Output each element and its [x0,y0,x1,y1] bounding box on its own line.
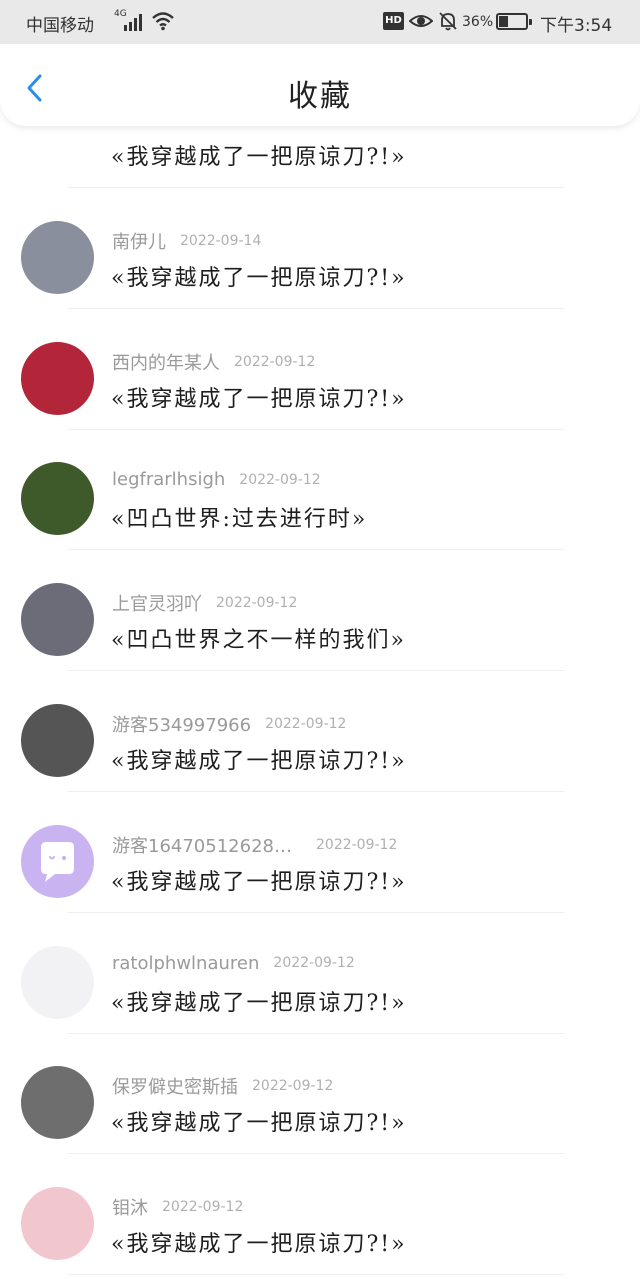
avatar[interactable] [21,703,94,777]
list-item[interactable]: ratolphwlnauren 2022-09-12 «我穿越成了一把原谅刀?!» [0,913,640,1034]
work-title[interactable]: «我穿越成了一把原谅刀?!» [111,260,407,292]
item-meta: legfrarlhsigh 2022-09-12 [112,469,321,490]
avatar[interactable] [21,462,94,536]
username[interactable]: 钼沐 [112,1194,148,1220]
list-item[interactable]: legfrarlhsigh 2022-09-12 «凹凸世界:过去进行时» [0,429,640,551]
item-meta: 游客534997966 2022-09-12 [112,711,346,737]
list-item[interactable]: 上官灵羽吖 2022-09-12 «凹凸世界之不一样的我们» [0,550,640,672]
list-item[interactable]: 游客164705126283… 2022-09-12 «我穿越成了一把原谅刀?!» [0,792,640,913]
avatar[interactable] [21,129,91,149]
battery-percent: 36% [462,14,494,30]
avatar[interactable] [21,583,94,657]
item-meta: 南伊儿 2022-09-14 [112,228,261,254]
item-meta: 西内的年某人 2022-09-12 [112,349,315,375]
favorites-list: «我穿越成了一把原谅刀?!» 南伊儿 2022-09-14 «我穿越成了一把原谅刀… [0,67,640,1276]
list-item[interactable]: 南伊儿 2022-09-14 «我穿越成了一把原谅刀?!» [0,188,640,309]
item-meta: ratolphwlnauren 2022-09-12 [112,953,355,974]
status-bar: 中国移动 4G HD 36% 下午3:54 [0,0,640,44]
work-title[interactable]: «我穿越成了一把原谅刀?!» [111,985,407,1017]
work-title[interactable]: «我穿越成了一把原谅刀?!» [111,139,407,171]
wifi-icon [152,12,174,31]
work-title[interactable]: «我穿越成了一把原谅刀?!» [111,1226,407,1258]
avatar[interactable] [21,1066,94,1140]
item-meta: 上官灵羽吖 2022-09-12 [112,590,297,616]
avatar[interactable] [21,945,94,1019]
date: 2022-09-14 [180,232,262,249]
list-item[interactable]: 保罗僻史密斯插 2022-09-12 «我穿越成了一把原谅刀?!» [0,1033,640,1155]
divider [68,1274,564,1276]
username[interactable]: ratolphwlnauren [112,953,259,974]
list-item[interactable]: 钼沐 2022-09-12 «我穿越成了一把原谅刀?!» [0,1154,640,1276]
work-title[interactable]: «我穿越成了一把原谅刀?!» [111,1105,407,1137]
avatar[interactable] [21,220,94,294]
work-title[interactable]: «凹凸世界之不一样的我们» [111,622,406,654]
username[interactable]: 上官灵羽吖 [112,590,202,616]
avatar[interactable] [21,824,94,898]
date: 2022-09-12 [234,353,316,370]
signal-icon [124,13,146,31]
item-meta: 游客164705126283… 2022-09-12 [112,832,397,858]
battery-icon [496,13,532,30]
work-title[interactable]: «我穿越成了一把原谅刀?!» [111,381,407,413]
username[interactable]: 游客164705126283… [112,832,302,858]
hd-badge: HD [383,12,404,30]
date: 2022-09-12 [239,471,321,488]
avatar[interactable] [21,341,94,415]
mute-bell-icon [439,12,457,31]
work-title[interactable]: «我穿越成了一把原谅刀?!» [111,864,407,896]
username[interactable]: legfrarlhsigh [112,469,225,490]
clock: 下午3:54 [540,16,613,36]
username[interactable]: 游客534997966 [112,711,251,737]
date: 2022-09-12 [216,595,298,612]
username[interactable]: 保罗僻史密斯插 [112,1073,238,1099]
date: 2022-09-12 [162,1199,244,1216]
list-item[interactable]: 游客534997966 2022-09-12 «我穿越成了一把原谅刀?!» [0,671,640,792]
item-meta: 保罗僻史密斯插 2022-09-12 [112,1073,333,1099]
date: 2022-09-12 [273,955,355,972]
list-item[interactable]: 西内的年某人 2022-09-12 «我穿越成了一把原谅刀?!» [0,309,640,430]
username[interactable]: 南伊儿 [112,228,166,254]
item-meta: 钼沐 2022-09-12 [112,1194,243,1220]
eye-comfort-icon [409,15,433,27]
date: 2022-09-12 [252,1078,334,1095]
carrier-label: 中国移动 [26,16,94,36]
date: 2022-09-12 [265,715,347,732]
work-title[interactable]: «我穿越成了一把原谅刀?!» [111,743,407,775]
username[interactable]: 西内的年某人 [112,349,220,375]
work-title[interactable]: «凹凸世界:过去进行时» [111,501,367,533]
avatar[interactable] [21,1187,94,1261]
chat-bubble-icon [41,841,74,882]
page-title: 收藏 [288,79,352,114]
nav-header: 收藏 [0,44,640,126]
date: 2022-09-12 [316,836,398,853]
